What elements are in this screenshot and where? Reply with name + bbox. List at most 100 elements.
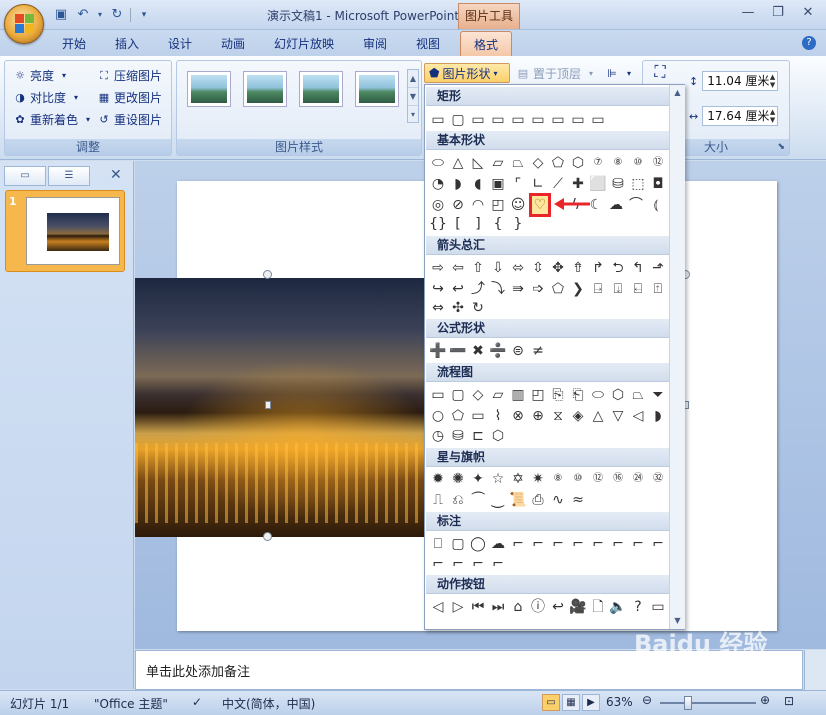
pie-icon[interactable]: ◔	[429, 175, 447, 193]
border-callout-1-icon[interactable]: ⌐	[429, 555, 447, 573]
bevel-icon[interactable]: ◘	[649, 175, 667, 193]
10-point-star-icon[interactable]: ⑩	[569, 470, 587, 488]
pane-close-icon[interactable]: ✕	[110, 167, 122, 183]
parallelogram-icon[interactable]: ▱	[489, 154, 507, 172]
minimize-icon[interactable]: —	[734, 4, 762, 24]
fit-to-window-icon[interactable]: ⊡	[784, 694, 794, 708]
minus-icon[interactable]: ➖	[449, 342, 467, 360]
bent-arrow-icon[interactable]: ↱	[589, 259, 607, 277]
snip-round-rect-icon[interactable]: ▭	[529, 111, 547, 129]
action-beginning-icon[interactable]: ⏮	[469, 598, 487, 616]
heart-icon[interactable]: ♡	[529, 193, 551, 217]
magnetic-disk-icon[interactable]: ⛁	[449, 427, 467, 445]
border-callout-4-icon[interactable]: ⌐	[489, 555, 507, 573]
tab-insert[interactable]: 插入	[115, 35, 139, 52]
vertical-scroll-icon[interactable]: 📜	[509, 491, 527, 509]
chord-icon[interactable]: ◗	[449, 175, 467, 193]
tab-slideshow[interactable]: 幻灯片放映	[274, 35, 334, 52]
wave-icon[interactable]: ∿	[549, 491, 567, 509]
12-point-star-icon[interactable]: ⑫	[589, 470, 607, 488]
left-right-arrow-callout-icon[interactable]: ⇔	[429, 299, 447, 317]
recolor-button[interactable]: ✿ 重新着色 ▾	[13, 111, 95, 128]
heptagon-icon[interactable]: ⑦	[589, 154, 607, 172]
smiley-face-icon[interactable]: ☺	[509, 196, 527, 214]
curved-up-arrow-icon[interactable]: ⤴	[469, 280, 487, 298]
7-point-star-icon[interactable]: ✷	[529, 470, 547, 488]
office-button[interactable]	[4, 4, 44, 44]
zoom-slider[interactable]	[660, 702, 756, 704]
6-point-star-icon[interactable]: ✡	[509, 470, 527, 488]
oval-icon[interactable]: ⬭	[429, 154, 447, 172]
slide-sorter-button[interactable]: ▦	[562, 694, 580, 711]
right-brace-icon[interactable]: }	[509, 215, 527, 233]
slide-thumbnail[interactable]: 1	[5, 190, 125, 272]
scroll-up-icon[interactable]: ▲	[670, 87, 685, 99]
division-icon[interactable]: ➗	[489, 342, 507, 360]
striped-right-arrow-icon[interactable]: ⇛	[509, 280, 527, 298]
curved-down-ribbon-icon[interactable]: ⏝	[489, 491, 507, 509]
change-picture-button[interactable]: ▦ 更改图片	[97, 89, 162, 106]
snip-single-corner-rect-icon[interactable]: ▭	[469, 111, 487, 129]
restore-icon[interactable]: ❐	[764, 4, 792, 24]
collate-icon[interactable]: ⧖	[549, 407, 567, 425]
manual-operation-icon[interactable]: ⏷	[649, 386, 667, 404]
curved-up-ribbon-icon[interactable]: ⏜	[469, 491, 487, 509]
curved-down-arrow-icon[interactable]: ⤵	[489, 280, 507, 298]
width-input[interactable]: 17.64 厘米 ▲ ▼	[702, 106, 779, 126]
gallery-more-icon[interactable]: ▾	[408, 106, 418, 124]
circular-arrow-icon[interactable]: ↻	[469, 299, 487, 317]
left-up-arrow-icon[interactable]: ↰	[629, 259, 647, 277]
curved-left-arrow-icon[interactable]: ↩	[449, 280, 467, 298]
data-icon[interactable]: ▱	[489, 386, 507, 404]
predefined-process-icon[interactable]: ▥	[509, 386, 527, 404]
8-point-star-icon[interactable]: ⑧	[549, 470, 567, 488]
dodecagon-icon[interactable]: ⑫	[649, 154, 667, 172]
24-point-star-icon[interactable]: ㉔	[629, 470, 647, 488]
or-icon[interactable]: ⊕	[529, 407, 547, 425]
tab-view[interactable]: 视图	[416, 35, 440, 52]
action-movie-icon[interactable]: 🎥	[569, 598, 587, 616]
zoom-in-icon[interactable]: ⊕	[760, 693, 770, 707]
compress-pictures-button[interactable]: ⛶ 压缩图片	[97, 67, 162, 84]
gallery-up-icon[interactable]: ▲	[408, 70, 418, 88]
arc-icon[interactable]: ⌒	[627, 196, 645, 214]
down-ribbon-icon[interactable]: ⎌	[449, 491, 467, 509]
zoom-slider-thumb[interactable]	[684, 696, 692, 710]
right-bracket-icon[interactable]: ]	[469, 215, 487, 233]
bring-to-front-button[interactable]: ▤ 置于顶层 ▾ ⊫ ▾	[516, 65, 636, 82]
delay-icon[interactable]: ◗	[649, 407, 667, 425]
left-brace-icon[interactable]: {	[489, 215, 507, 233]
zoom-out-icon[interactable]: ⊖	[642, 693, 652, 707]
rectangular-callout-icon[interactable]: ⎕	[429, 535, 447, 553]
oval-callout-icon[interactable]: ◯	[469, 535, 487, 553]
direct-access-storage-icon[interactable]: ⊏	[469, 427, 487, 445]
curved-right-arrow-icon[interactable]: ↪	[429, 280, 447, 298]
action-document-icon[interactable]: 🗋	[589, 598, 607, 616]
document-icon[interactable]: ⎘	[549, 386, 567, 404]
action-forward-icon[interactable]: ▷	[449, 598, 467, 616]
gallery-scrollbar[interactable]: ▲ ▼ ▾	[407, 69, 419, 123]
quad-arrow-callout-icon[interactable]: ✣	[449, 299, 467, 317]
right-arrow-icon[interactable]: ⇨	[429, 259, 447, 277]
internal-storage-icon[interactable]: ◰	[529, 386, 547, 404]
align-icon[interactable]: ⊫	[605, 67, 619, 81]
bent-up-arrow-icon[interactable]: ⬏	[649, 259, 667, 277]
summing-junction-icon[interactable]: ⊗	[509, 407, 527, 425]
left-arrow-icon[interactable]: ⇦	[449, 259, 467, 277]
snip-diagonal-rect-icon[interactable]: ▭	[509, 111, 527, 129]
action-sound-icon[interactable]: 🔈	[609, 598, 627, 616]
line-callout-2-icon[interactable]: ⌐	[529, 535, 547, 553]
picture-style-thumb[interactable]	[355, 71, 399, 107]
no-symbol-icon[interactable]: ⊘	[449, 196, 467, 214]
up-arrow-icon[interactable]: ⇧	[469, 259, 487, 277]
action-return-icon[interactable]: ↩	[549, 598, 567, 616]
up-arrow-callout-icon[interactable]: ⍐	[649, 280, 667, 298]
multiply-icon[interactable]: ✖	[469, 342, 487, 360]
cloud-icon[interactable]: ☁	[607, 196, 625, 214]
width-spinner-icon[interactable]: ▲ ▼	[770, 108, 775, 124]
picture-style-thumb[interactable]	[299, 71, 343, 107]
pentagon-icon[interactable]: ⬠	[549, 154, 567, 172]
left-bracket-icon[interactable]: [	[449, 215, 467, 233]
accent-callout-3-icon[interactable]: ⌐	[629, 535, 647, 553]
round-same-side-rect-icon[interactable]: ▭	[569, 111, 587, 129]
